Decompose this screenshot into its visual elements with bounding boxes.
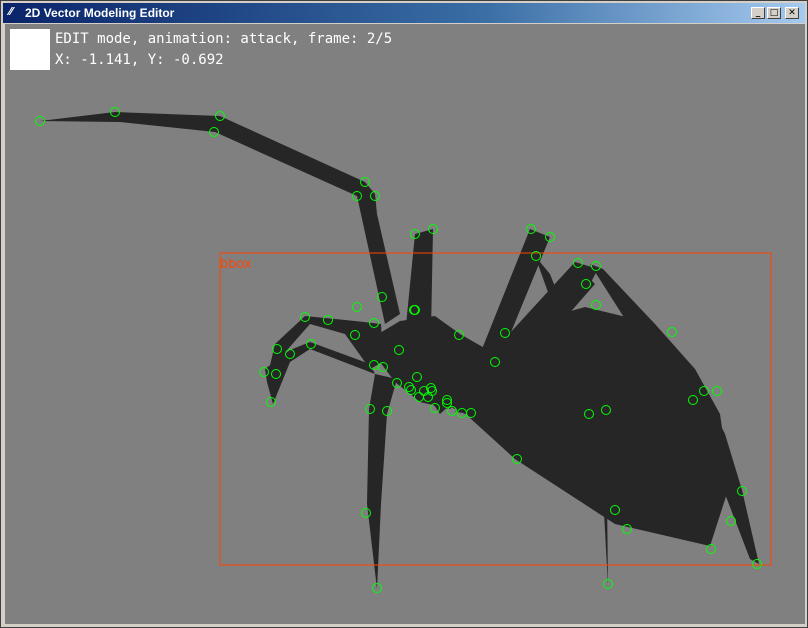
window-title: 2D Vector Modeling Editor <box>25 6 175 20</box>
control-point[interactable] <box>447 406 457 416</box>
control-point[interactable] <box>603 579 613 589</box>
control-point[interactable] <box>706 544 716 554</box>
editor-window: ⁄⁄ 2D Vector Modeling Editor _ □ ✕ bbox … <box>0 0 808 628</box>
close-button[interactable]: ✕ <box>785 7 799 19</box>
cursor-coordinates-text: X: -1.141, Y: -0.692 <box>55 52 224 68</box>
control-point[interactable] <box>726 516 736 526</box>
minimize-button[interactable]: _ <box>751 7 765 19</box>
spider-shape[interactable] <box>40 112 759 589</box>
control-point[interactable] <box>712 386 722 396</box>
close-icon: ✕ <box>788 8 796 18</box>
control-point[interactable] <box>667 327 677 337</box>
title-bar[interactable]: ⁄⁄ 2D Vector Modeling Editor _ □ ✕ <box>3 3 805 23</box>
feather-icon: ⁄⁄ <box>9 5 13 18</box>
canvas-viewport[interactable]: bbox EDIT mode, animation: attack, frame… <box>5 24 805 624</box>
maximize-icon: □ <box>769 8 779 18</box>
color-swatch[interactable] <box>10 29 50 70</box>
maximize-button[interactable]: □ <box>767 7 781 19</box>
control-point[interactable] <box>591 300 601 310</box>
control-point[interactable] <box>352 302 362 312</box>
bbox-label: bbox <box>220 257 252 272</box>
control-point[interactable] <box>266 397 276 407</box>
leg-down-left <box>367 374 397 589</box>
minimize-icon: _ <box>755 8 761 18</box>
vector-scene[interactable]: bbox <box>5 24 805 624</box>
mode-status-text: EDIT mode, animation: attack, frame: 2/5 <box>55 31 393 47</box>
